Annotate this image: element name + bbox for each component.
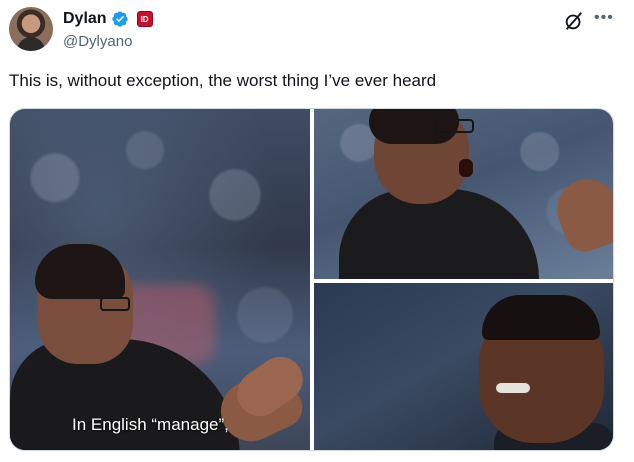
video-caption: In English “manage”,: [72, 415, 229, 434]
glasses: [434, 119, 474, 133]
media-image-3[interactable]: [314, 283, 613, 450]
display-name[interactable]: Dylan: [63, 10, 107, 28]
grok-icon[interactable]: [563, 10, 585, 32]
open-mouth: [459, 159, 473, 177]
author-name-row: Dylan ID: [63, 10, 153, 28]
person-hair: [35, 244, 125, 299]
user-handle[interactable]: @Dylyano: [63, 33, 132, 50]
verified-badge-icon: [111, 11, 128, 27]
affiliate-badge[interactable]: ID: [136, 11, 153, 27]
more-icon[interactable]: •••: [594, 8, 614, 28]
media-image-2[interactable]: [314, 109, 613, 279]
avatar[interactable]: [9, 7, 53, 51]
media-grid: In English “manage”,: [9, 108, 614, 451]
tweet-header: Dylan ID @Dylyano •••: [0, 0, 634, 60]
smile: [496, 383, 530, 393]
glasses: [100, 297, 130, 311]
person-hair: [482, 295, 600, 340]
tweet-text: This is, without exception, the worst th…: [9, 71, 437, 90]
media-image-1[interactable]: In English “manage”,: [10, 109, 310, 450]
